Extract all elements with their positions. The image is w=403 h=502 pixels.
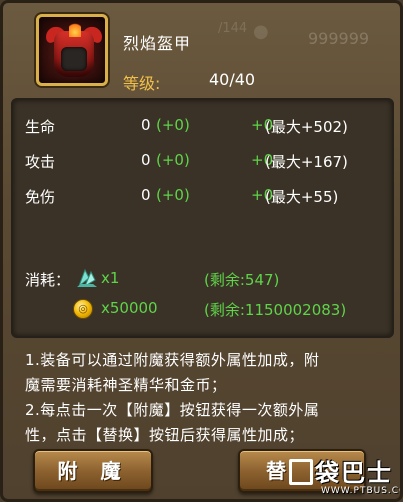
stat-name: 生命	[25, 118, 56, 136]
level-value: 40/40	[209, 70, 256, 89]
watermark-text: 袋巴士	[315, 459, 393, 487]
stat-value: 0	[141, 116, 151, 134]
background-faint-number: 999999	[308, 29, 370, 48]
armor-plate	[61, 47, 87, 71]
gold-coin-icon: ◎	[73, 299, 93, 319]
stat-name: 免伤	[25, 188, 56, 206]
level-label: 等级:	[123, 74, 161, 93]
description-line: 性，点击【替换】按钮后获得属性加成；	[25, 426, 305, 444]
crystal-icon	[77, 268, 97, 288]
stat-max: (最大+55)	[265, 188, 339, 206]
background-decoration: ●	[253, 21, 270, 42]
stat-bonus: (+0)	[156, 116, 190, 134]
flame-icon	[69, 21, 81, 37]
stat-row-hp: 生命 0 (+0) +0 (最大+502)	[13, 116, 392, 136]
crystal-remaining: (剩余:547)	[204, 271, 280, 289]
stat-row-attack: 攻击 0 (+0) +0 (最大+167)	[13, 151, 392, 171]
item-name: 烈焰盔甲	[123, 34, 192, 53]
enchant-button[interactable]: 附 魔	[33, 449, 153, 493]
description: 1.装备可以通过附魔获得额外属性加成，附 魔需要消耗神圣精华和金币； 2.每点击…	[25, 348, 395, 448]
stat-value: 0	[141, 186, 151, 204]
stats-panel: 生命 0 (+0) +0 (最大+502) 攻击 0 (+0) +0 (最大+1…	[11, 98, 394, 338]
watermark-url: WWW.PTBUS.COM	[321, 486, 400, 496]
coin-remaining: (剩余:1150002083)	[204, 301, 347, 319]
crystal-amount: x1	[101, 269, 120, 287]
description-line: 1.装备可以通过附魔获得额外属性加成，附	[25, 351, 320, 369]
cost-label: 消耗：	[25, 271, 71, 289]
stat-name: 攻击	[25, 153, 56, 171]
stat-bonus: (+0)	[156, 186, 190, 204]
description-line: 魔需要消耗神圣精华和金币；	[25, 376, 227, 394]
enchant-dialog: /144 ● 999999 烈焰盔甲 等级: 40/40 生命 0 (+0) +…	[0, 0, 403, 502]
coin-amount: x50000	[101, 299, 158, 317]
stat-value: 0	[141, 151, 151, 169]
description-line: 2.每点击一次【附魔】按钮获得一次额外属	[25, 401, 320, 419]
stat-bonus: (+0)	[156, 151, 190, 169]
stat-row-defense: 免伤 0 (+0) +0 (最大+55)	[13, 186, 392, 206]
watermark-box-icon	[289, 459, 313, 485]
stat-max: (最大+502)	[265, 118, 348, 136]
stat-max: (最大+167)	[265, 153, 348, 171]
background-faint-text: /144	[218, 21, 248, 36]
watermark-logo: 袋巴士	[289, 453, 393, 488]
item-icon[interactable]	[36, 14, 108, 86]
